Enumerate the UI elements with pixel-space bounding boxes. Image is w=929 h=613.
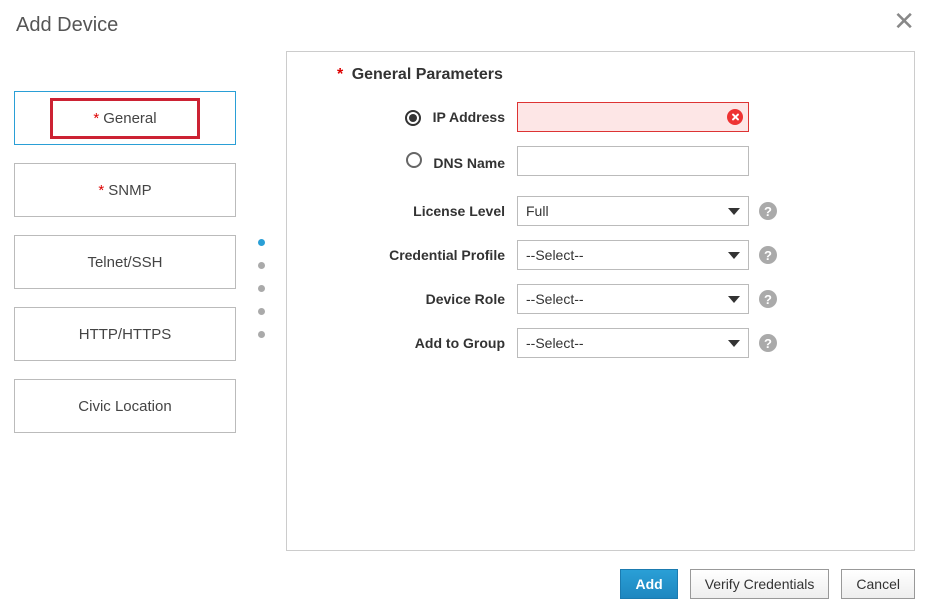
dot-icon bbox=[258, 285, 265, 292]
tab-label: Telnet/SSH bbox=[87, 254, 162, 271]
label-device-role: Device Role bbox=[337, 291, 517, 307]
label-text: IP Address bbox=[433, 109, 505, 125]
add-device-dialog: Add Device ✕ * General * SNMP Telnet/SSH… bbox=[0, 0, 929, 613]
select-value: --Select-- bbox=[526, 335, 584, 351]
add-to-group-select[interactable]: --Select-- bbox=[517, 328, 749, 358]
select-value: Full bbox=[526, 203, 549, 219]
chevron-down-icon bbox=[728, 340, 740, 347]
row-ip-address: IP Address bbox=[337, 102, 892, 132]
dot-icon bbox=[258, 308, 265, 315]
tab-http-https[interactable]: HTTP/HTTPS bbox=[14, 307, 236, 361]
row-dns-name: DNS Name bbox=[337, 146, 892, 176]
select-value: --Select-- bbox=[526, 291, 584, 307]
label-add-to-group: Add to Group bbox=[337, 335, 517, 351]
form-panel: * General Parameters IP Address DNS Nam bbox=[286, 51, 915, 551]
chevron-down-icon bbox=[728, 208, 740, 215]
credential-profile-select[interactable]: --Select-- bbox=[517, 240, 749, 270]
panel-heading: * General Parameters bbox=[337, 66, 892, 84]
help-icon[interactable]: ? bbox=[759, 334, 777, 352]
label-credential-profile: Credential Profile bbox=[337, 247, 517, 263]
select-value: --Select-- bbox=[526, 247, 584, 263]
dialog-title: Add Device bbox=[16, 14, 915, 37]
verify-credentials-button[interactable]: Verify Credentials bbox=[690, 569, 830, 599]
chevron-down-icon bbox=[728, 296, 740, 303]
row-credential-profile: Credential Profile --Select-- ? bbox=[337, 240, 892, 270]
required-star: * bbox=[93, 110, 99, 127]
tab-label: SNMP bbox=[108, 182, 151, 199]
tab-snmp[interactable]: * SNMP bbox=[14, 163, 236, 217]
row-device-role: Device Role --Select-- ? bbox=[337, 284, 892, 314]
tab-label: Civic Location bbox=[78, 398, 171, 415]
row-add-to-group: Add to Group --Select-- ? bbox=[337, 328, 892, 358]
dialog-body: * General * SNMP Telnet/SSH HTTP/HTTPS C… bbox=[14, 51, 915, 551]
dns-name-input[interactable] bbox=[517, 146, 749, 176]
dot-icon bbox=[258, 331, 265, 338]
dialog-footer: Add Verify Credentials Cancel bbox=[620, 569, 915, 599]
chevron-down-icon bbox=[728, 252, 740, 259]
required-star: * bbox=[337, 66, 343, 83]
required-star: * bbox=[98, 182, 104, 199]
ip-address-input[interactable] bbox=[517, 102, 749, 132]
tab-label: HTTP/HTTPS bbox=[79, 326, 172, 343]
dot-icon bbox=[258, 262, 265, 269]
radio-ip-address[interactable] bbox=[405, 110, 421, 126]
label-dns-name: DNS Name bbox=[337, 152, 517, 171]
tab-telnet-ssh[interactable]: Telnet/SSH bbox=[14, 235, 236, 289]
close-icon[interactable]: ✕ bbox=[893, 8, 915, 34]
dot-icon bbox=[258, 239, 265, 246]
help-icon[interactable]: ? bbox=[759, 246, 777, 264]
tab-general[interactable]: * General bbox=[14, 91, 236, 145]
add-button[interactable]: Add bbox=[620, 569, 677, 599]
license-level-select[interactable]: Full bbox=[517, 196, 749, 226]
help-icon[interactable]: ? bbox=[759, 290, 777, 308]
label-text: DNS Name bbox=[433, 155, 505, 171]
row-license-level: License Level Full ? bbox=[337, 196, 892, 226]
label-ip-address: IP Address bbox=[337, 109, 517, 126]
device-role-select[interactable]: --Select-- bbox=[517, 284, 749, 314]
tab-label: General bbox=[103, 110, 156, 127]
tab-civic-location[interactable]: Civic Location bbox=[14, 379, 236, 433]
cancel-button[interactable]: Cancel bbox=[841, 569, 915, 599]
progress-dots bbox=[252, 51, 270, 551]
panel-heading-text: General Parameters bbox=[352, 66, 503, 83]
sidebar-tabs: * General * SNMP Telnet/SSH HTTP/HTTPS C… bbox=[14, 51, 236, 551]
help-icon[interactable]: ? bbox=[759, 202, 777, 220]
radio-dns-name[interactable] bbox=[406, 152, 422, 168]
label-license-level: License Level bbox=[337, 203, 517, 219]
